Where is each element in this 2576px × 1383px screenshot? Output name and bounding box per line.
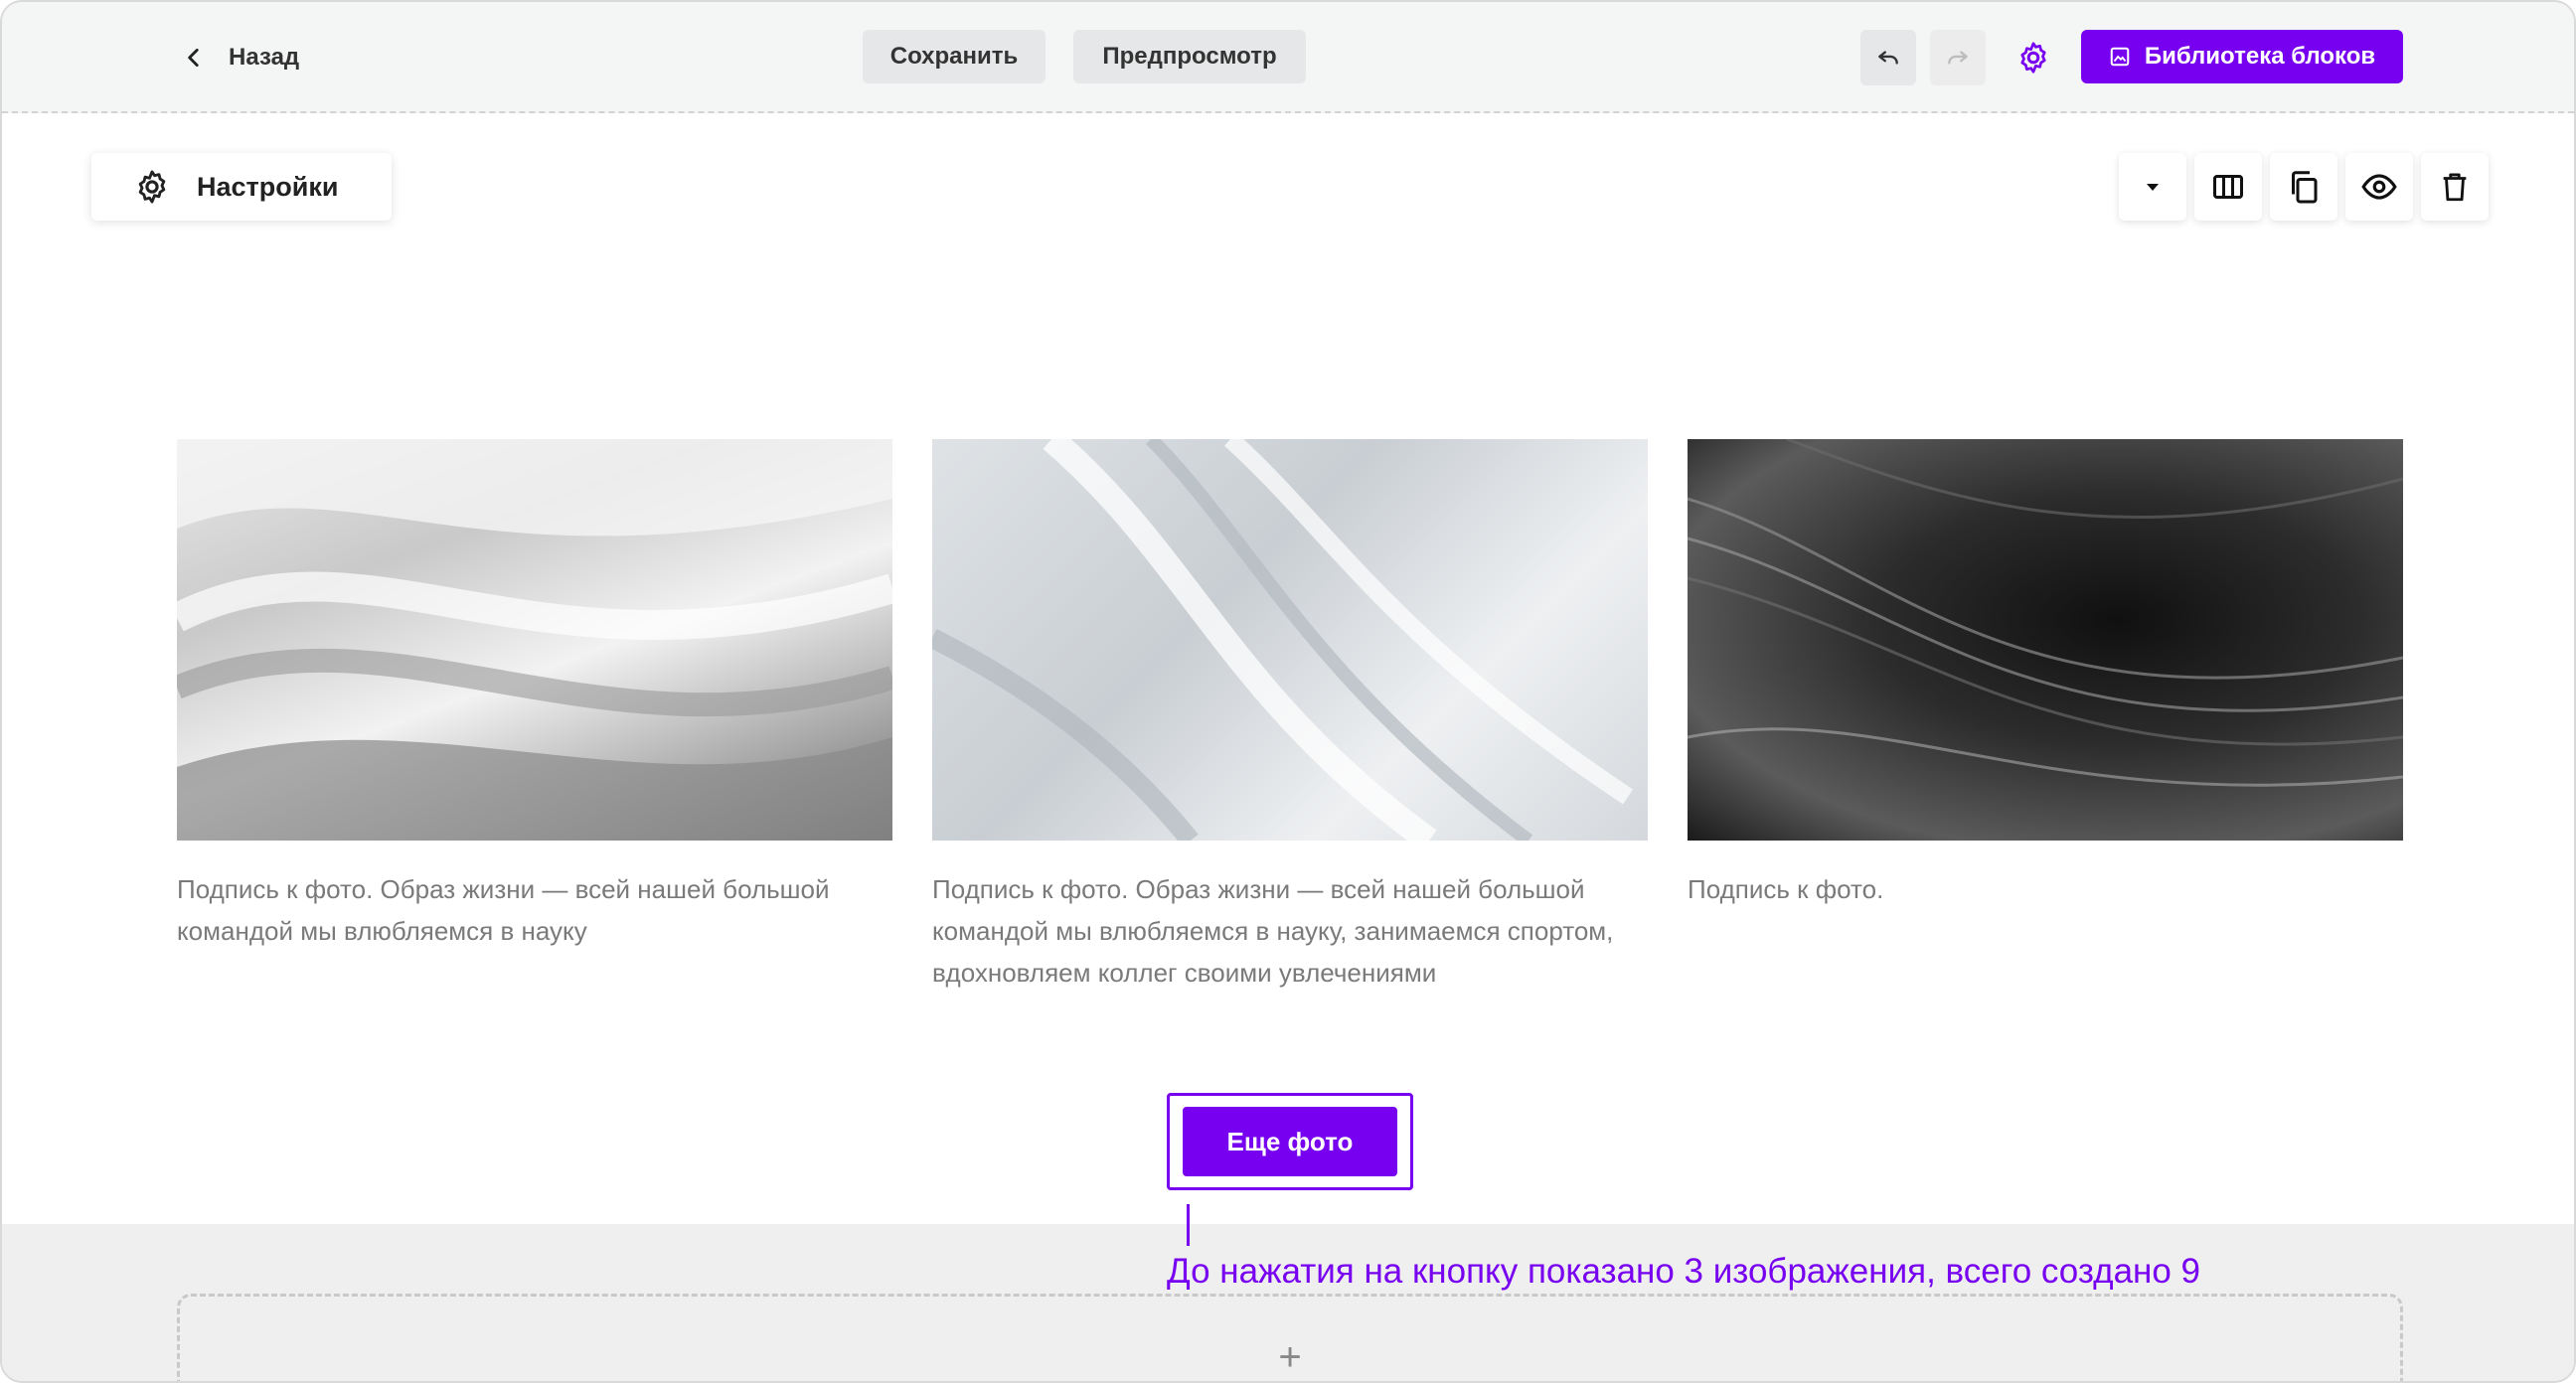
image-icon — [2110, 47, 2130, 67]
more-photos-button[interactable]: Еще фото — [1183, 1107, 1397, 1176]
copy-icon — [2292, 171, 2318, 204]
chevron-left-icon — [188, 49, 199, 67]
dark-lines-image — [1688, 439, 2403, 787]
annotation-pointer — [1187, 1204, 1190, 1246]
photo-caption: Подпись к фото. — [1688, 874, 1884, 904]
columns-icon — [2213, 175, 2243, 199]
back-label: Назад — [229, 44, 300, 71]
block-library-label: Библиотека блоков — [2144, 43, 2376, 70]
duplicate-button[interactable] — [2270, 153, 2337, 221]
editor-window: Назад Сохранить Предпросмотр Библиотека … — [0, 0, 2576, 1383]
delete-button[interactable] — [2421, 153, 2489, 221]
wave-image — [177, 439, 892, 841]
trash-icon — [2443, 173, 2467, 202]
gallery-photo[interactable] — [177, 439, 892, 841]
gallery-photo[interactable] — [1688, 439, 2403, 841]
collapse-button[interactable] — [2119, 153, 2186, 221]
add-block-button[interactable]: + — [1266, 1333, 1314, 1381]
undo-button[interactable] — [1860, 30, 1916, 85]
annotation-text: До нажатия на кнопку показано 3 изображе… — [1167, 1252, 2201, 1291]
block-settings-button[interactable]: Настройки — [91, 153, 392, 221]
columns-button[interactable] — [2194, 153, 2262, 221]
caret-down-icon — [2147, 184, 2159, 191]
page-settings-button[interactable] — [2006, 30, 2061, 85]
redo-icon — [1948, 51, 1968, 65]
block-tools — [2119, 153, 2489, 221]
back-button[interactable]: Назад — [181, 38, 299, 77]
preview-button[interactable]: Предпросмотр — [1073, 30, 1306, 83]
gear-icon — [138, 170, 166, 204]
block-library-button[interactable]: Библиотека блоков — [2081, 30, 2403, 83]
photo-caption: Подпись к фото. Образ жизни — всей нашей… — [932, 874, 1614, 988]
undo-icon — [1878, 51, 1898, 65]
redo-button[interactable] — [1930, 30, 1986, 85]
settings-label: Настройки — [197, 171, 339, 202]
top-toolbar: Назад Сохранить Предпросмотр Библиотека … — [2, 2, 2574, 113]
gallery-photo[interactable] — [932, 439, 1648, 841]
eye-icon — [2361, 174, 2397, 200]
folds-image — [932, 439, 1633, 841]
save-button[interactable]: Сохранить — [863, 30, 1046, 83]
gear-icon — [2020, 42, 2046, 74]
visibility-button[interactable] — [2345, 153, 2413, 221]
photo-caption: Подпись к фото. Образ жизни — всей нашей… — [177, 874, 830, 946]
